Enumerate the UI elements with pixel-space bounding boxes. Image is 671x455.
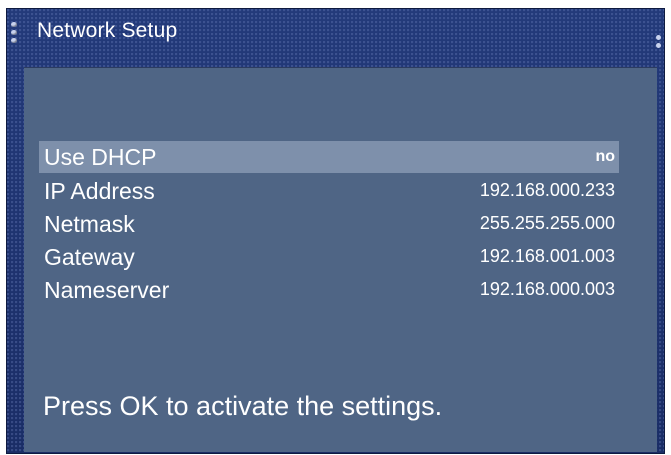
setting-label: Gateway (44, 244, 135, 270)
setting-value: 192.168.000.003 (479, 279, 615, 299)
setting-row-nameserver[interactable]: Nameserver 192.168.000.003 (39, 274, 619, 306)
setting-label: Netmask (44, 211, 135, 237)
hint-text: Press OK to activate the settings. (43, 391, 443, 421)
setting-row-ip-address[interactable]: IP Address 192.168.000.233 (39, 175, 619, 207)
setting-value: 192.168.000.233 (479, 180, 615, 200)
setting-label: IP Address (44, 178, 155, 204)
setting-value: no (595, 148, 615, 165)
title-bar: Network Setup (7, 9, 664, 59)
title-grip-icon (11, 22, 19, 46)
window-title: Network Setup (37, 19, 178, 42)
setting-value: 255.255.255.000 (479, 213, 615, 233)
setting-row-use-dhcp[interactable]: Use DHCP no (39, 141, 619, 173)
setting-row-gateway[interactable]: Gateway 192.168.001.003 (39, 241, 619, 273)
setting-row-netmask[interactable]: Netmask 255.255.255.000 (39, 208, 619, 240)
setting-label: Nameserver (44, 277, 170, 303)
network-setup-window: Network Setup Use DHCP no IP Address 192… (6, 8, 665, 454)
settings-panel: Use DHCP no IP Address 192.168.000.233 N… (24, 67, 657, 452)
setting-label: Use DHCP (44, 144, 157, 170)
setting-value: 192.168.001.003 (479, 246, 615, 266)
frame-grip-icon (656, 35, 662, 51)
